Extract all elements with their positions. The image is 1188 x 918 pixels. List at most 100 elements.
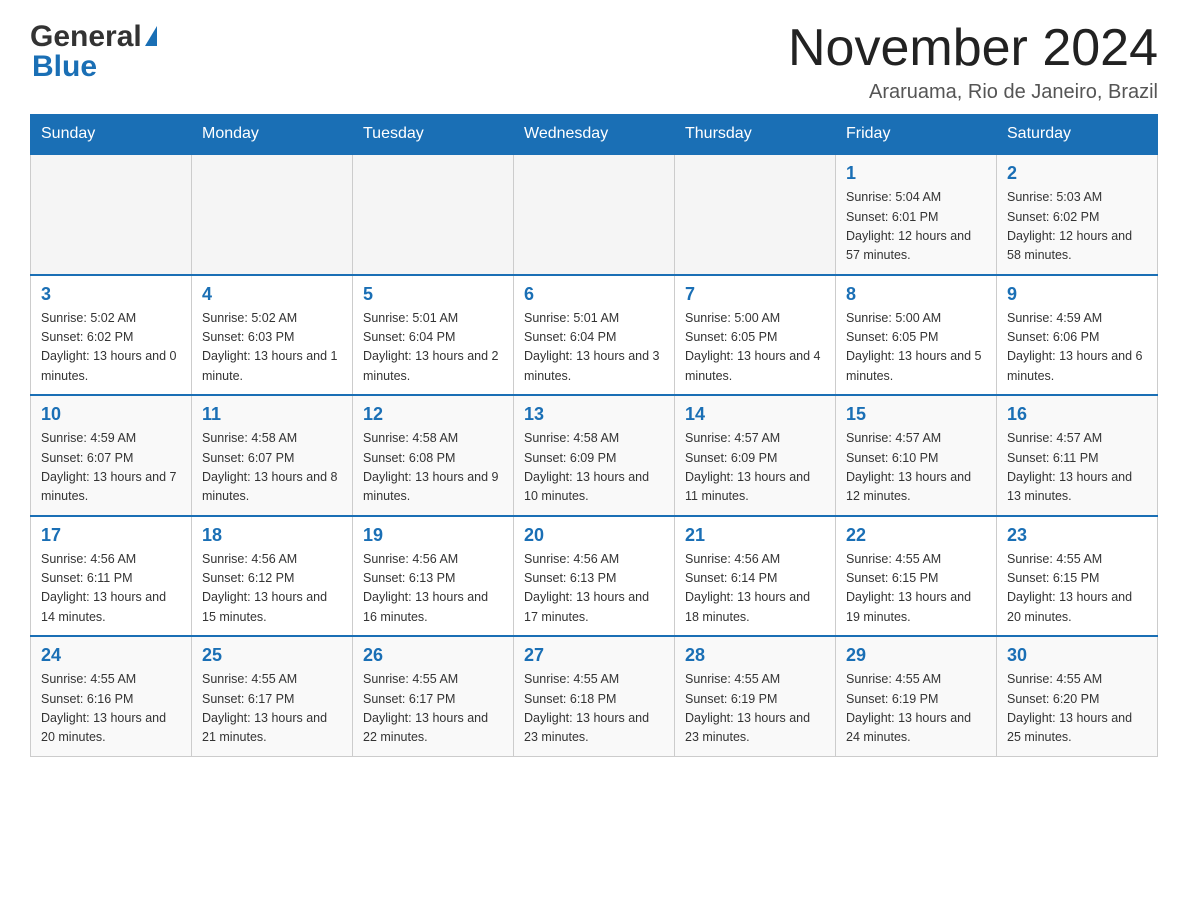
calendar-day-cell: 7 Sunrise: 5:00 AMSunset: 6:05 PMDaylight… <box>675 275 836 396</box>
day-number: 7 <box>685 284 825 305</box>
title-block: November 2024 Araruama, Rio de Janeiro, … <box>788 20 1158 104</box>
day-number: 16 <box>1007 404 1147 425</box>
calendar-day-cell: 19 Sunrise: 4:56 AMSunset: 6:13 PMDayligh… <box>353 516 514 637</box>
calendar-day-cell: 23 Sunrise: 4:55 AMSunset: 6:15 PMDayligh… <box>997 516 1158 637</box>
day-number: 18 <box>202 525 342 546</box>
calendar-week-row: 24 Sunrise: 4:55 AMSunset: 6:16 PMDayligh… <box>31 636 1158 756</box>
day-number: 23 <box>1007 525 1147 546</box>
calendar-day-cell: 9 Sunrise: 4:59 AMSunset: 6:06 PMDaylight… <box>997 275 1158 396</box>
day-detail: Sunrise: 5:00 AMSunset: 6:05 PMDaylight:… <box>685 309 825 387</box>
day-detail: Sunrise: 4:58 AMSunset: 6:07 PMDaylight:… <box>202 429 342 507</box>
calendar-day-cell: 3 Sunrise: 5:02 AMSunset: 6:02 PMDaylight… <box>31 275 192 396</box>
calendar-day-cell <box>675 154 836 275</box>
calendar-day-cell: 14Sunrise: 4:57 AMSunset: 6:09 PMDayligh… <box>675 395 836 516</box>
calendar-header-sunday: Sunday <box>31 115 192 155</box>
calendar-header-monday: Monday <box>192 115 353 155</box>
day-number: 5 <box>363 284 503 305</box>
day-number: 21 <box>685 525 825 546</box>
calendar-day-cell: 18 Sunrise: 4:56 AMSunset: 6:12 PMDayligh… <box>192 516 353 637</box>
calendar-day-cell: 4 Sunrise: 5:02 AMSunset: 6:03 PMDaylight… <box>192 275 353 396</box>
day-number: 25 <box>202 645 342 666</box>
calendar-header-saturday: Saturday <box>997 115 1158 155</box>
calendar-day-cell: 2Sunrise: 5:03 AMSunset: 6:02 PMDaylight… <box>997 154 1158 275</box>
day-number: 11 <box>202 404 342 425</box>
calendar-day-cell: 29Sunrise: 4:55 AMSunset: 6:19 PMDayligh… <box>836 636 997 756</box>
day-detail: Sunrise: 4:55 AMSunset: 6:17 PMDaylight:… <box>363 670 503 748</box>
day-number: 17 <box>41 525 181 546</box>
day-detail: Sunrise: 4:55 AMSunset: 6:19 PMDaylight:… <box>685 670 825 748</box>
calendar-day-cell <box>514 154 675 275</box>
day-detail: Sunrise: 4:56 AMSunset: 6:14 PMDaylight:… <box>685 550 825 628</box>
day-detail: Sunrise: 5:00 AMSunset: 6:05 PMDaylight:… <box>846 309 986 387</box>
day-detail: Sunrise: 5:02 AMSunset: 6:03 PMDaylight:… <box>202 309 342 387</box>
calendar-header-thursday: Thursday <box>675 115 836 155</box>
calendar-day-cell: 13 Sunrise: 4:58 AMSunset: 6:09 PMDayligh… <box>514 395 675 516</box>
day-number: 2 <box>1007 163 1147 184</box>
day-detail: Sunrise: 4:55 AMSunset: 6:17 PMDaylight:… <box>202 670 342 748</box>
day-detail: Sunrise: 4:56 AMSunset: 6:13 PMDaylight:… <box>524 550 664 628</box>
calendar-day-cell: 20 Sunrise: 4:56 AMSunset: 6:13 PMDayligh… <box>514 516 675 637</box>
calendar-table: SundayMondayTuesdayWednesdayThursdayFrid… <box>30 114 1158 757</box>
calendar-day-cell: 8 Sunrise: 5:00 AMSunset: 6:05 PMDaylight… <box>836 275 997 396</box>
day-number: 4 <box>202 284 342 305</box>
day-number: 24 <box>41 645 181 666</box>
calendar-header-tuesday: Tuesday <box>353 115 514 155</box>
day-number: 3 <box>41 284 181 305</box>
calendar-day-cell: 12Sunrise: 4:58 AMSunset: 6:08 PMDayligh… <box>353 395 514 516</box>
day-detail: Sunrise: 4:57 AMSunset: 6:10 PMDaylight:… <box>846 429 986 507</box>
day-number: 6 <box>524 284 664 305</box>
month-year-title: November 2024 <box>788 20 1158 77</box>
logo-general-text: General <box>30 20 142 54</box>
day-number: 28 <box>685 645 825 666</box>
day-detail: Sunrise: 4:58 AMSunset: 6:09 PMDaylight:… <box>524 429 664 507</box>
page-header: General Blue November 2024 Araruama, Rio… <box>30 20 1158 104</box>
day-detail: Sunrise: 5:02 AMSunset: 6:02 PMDaylight:… <box>41 309 181 387</box>
calendar-day-cell: 10Sunrise: 4:59 AMSunset: 6:07 PMDayligh… <box>31 395 192 516</box>
calendar-week-row: 10Sunrise: 4:59 AMSunset: 6:07 PMDayligh… <box>31 395 1158 516</box>
day-number: 26 <box>363 645 503 666</box>
calendar-header-friday: Friday <box>836 115 997 155</box>
calendar-week-row: 3 Sunrise: 5:02 AMSunset: 6:02 PMDaylight… <box>31 275 1158 396</box>
day-number: 13 <box>524 404 664 425</box>
day-detail: Sunrise: 4:59 AMSunset: 6:06 PMDaylight:… <box>1007 309 1147 387</box>
day-detail: Sunrise: 4:55 AMSunset: 6:16 PMDaylight:… <box>41 670 181 748</box>
day-detail: Sunrise: 5:01 AMSunset: 6:04 PMDaylight:… <box>524 309 664 387</box>
calendar-day-cell: 27Sunrise: 4:55 AMSunset: 6:18 PMDayligh… <box>514 636 675 756</box>
location-subtitle: Araruama, Rio de Janeiro, Brazil <box>788 81 1158 104</box>
day-detail: Sunrise: 4:55 AMSunset: 6:15 PMDaylight:… <box>846 550 986 628</box>
calendar-day-cell <box>353 154 514 275</box>
day-detail: Sunrise: 5:01 AMSunset: 6:04 PMDaylight:… <box>363 309 503 387</box>
day-number: 19 <box>363 525 503 546</box>
calendar-day-cell: 22 Sunrise: 4:55 AMSunset: 6:15 PMDayligh… <box>836 516 997 637</box>
calendar-day-cell: 25 Sunrise: 4:55 AMSunset: 6:17 PMDayligh… <box>192 636 353 756</box>
calendar-header-wednesday: Wednesday <box>514 115 675 155</box>
calendar-day-cell: 5 Sunrise: 5:01 AMSunset: 6:04 PMDaylight… <box>353 275 514 396</box>
day-number: 30 <box>1007 645 1147 666</box>
logo-triangle-icon <box>145 26 157 46</box>
day-detail: Sunrise: 4:58 AMSunset: 6:08 PMDaylight:… <box>363 429 503 507</box>
calendar-day-cell: 16 Sunrise: 4:57 AMSunset: 6:11 PMDayligh… <box>997 395 1158 516</box>
day-detail: Sunrise: 4:56 AMSunset: 6:13 PMDaylight:… <box>363 550 503 628</box>
day-number: 29 <box>846 645 986 666</box>
day-number: 22 <box>846 525 986 546</box>
calendar-day-cell: 30Sunrise: 4:55 AMSunset: 6:20 PMDayligh… <box>997 636 1158 756</box>
logo: General Blue <box>30 20 157 84</box>
calendar-day-cell: 21 Sunrise: 4:56 AMSunset: 6:14 PMDayligh… <box>675 516 836 637</box>
calendar-day-cell <box>192 154 353 275</box>
calendar-day-cell: 11 Sunrise: 4:58 AMSunset: 6:07 PMDayligh… <box>192 395 353 516</box>
calendar-day-cell: 24 Sunrise: 4:55 AMSunset: 6:16 PMDayligh… <box>31 636 192 756</box>
day-number: 8 <box>846 284 986 305</box>
day-detail: Sunrise: 4:59 AMSunset: 6:07 PMDaylight:… <box>41 429 181 507</box>
day-detail: Sunrise: 4:56 AMSunset: 6:12 PMDaylight:… <box>202 550 342 628</box>
calendar-day-cell: 6 Sunrise: 5:01 AMSunset: 6:04 PMDaylight… <box>514 275 675 396</box>
day-detail: Sunrise: 4:57 AMSunset: 6:11 PMDaylight:… <box>1007 429 1147 507</box>
day-number: 9 <box>1007 284 1147 305</box>
calendar-day-cell <box>31 154 192 275</box>
day-number: 20 <box>524 525 664 546</box>
day-detail: Sunrise: 4:56 AMSunset: 6:11 PMDaylight:… <box>41 550 181 628</box>
calendar-header-row: SundayMondayTuesdayWednesdayThursdayFrid… <box>31 115 1158 155</box>
calendar-day-cell: 17 Sunrise: 4:56 AMSunset: 6:11 PMDayligh… <box>31 516 192 637</box>
day-number: 27 <box>524 645 664 666</box>
day-number: 14 <box>685 404 825 425</box>
day-detail: Sunrise: 4:55 AMSunset: 6:15 PMDaylight:… <box>1007 550 1147 628</box>
